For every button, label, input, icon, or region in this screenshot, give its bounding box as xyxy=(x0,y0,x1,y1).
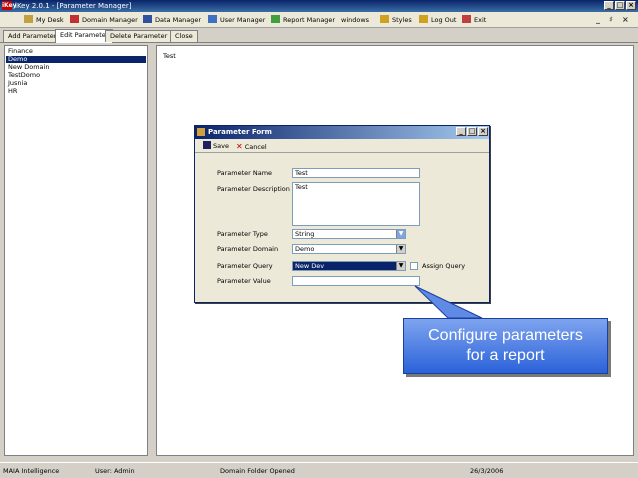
window-title-bar: iKey iKey 2.0.1 - [Parameter Manager] _ … xyxy=(0,0,638,12)
status-bar: MAIA Intelligence User: Admin Domain Fol… xyxy=(0,462,638,478)
menu-windows[interactable]: windows xyxy=(341,14,369,26)
parameter-description-textarea[interactable]: Test xyxy=(292,182,420,226)
parameter-name-label: Parameter Name xyxy=(217,169,273,177)
parameter-domain-label: Parameter Domain xyxy=(217,245,279,253)
list-item-selected[interactable]: Demo xyxy=(6,56,146,63)
dialog-close-button[interactable]: × xyxy=(478,127,488,136)
dialog-title-bar: Parameter Form _ □ × xyxy=(195,126,489,139)
callout-line-2: for a report xyxy=(466,347,545,364)
chevron-down-icon: ▼ xyxy=(396,245,405,253)
dialog-toolbar: Save ✕ Cancel xyxy=(195,140,489,153)
form-icon xyxy=(197,128,205,136)
status-message: Domain Folder Opened xyxy=(220,467,295,475)
assign-query-checkbox[interactable] xyxy=(410,262,418,270)
chevron-down-icon: ▼ xyxy=(396,262,405,270)
save-icon xyxy=(203,141,211,149)
menu-user-manager[interactable]: User Manager xyxy=(208,14,265,26)
styles-icon xyxy=(380,15,389,23)
menu-bar: My Desk Domain Manager Data Manager User… xyxy=(0,12,638,28)
menu-exit[interactable]: Exit xyxy=(462,14,486,26)
list-item[interactable]: TestDomo xyxy=(8,72,40,79)
status-user: User: Admin xyxy=(95,467,135,475)
callout-line-1: Configure parameters xyxy=(428,327,583,344)
menu-domain-manager[interactable]: Domain Manager xyxy=(70,14,138,26)
cancel-icon: ✕ xyxy=(236,142,243,151)
dialog-title: Parameter Form xyxy=(208,128,272,136)
tab-bar: Add Parameter Edit Parameter Delete Para… xyxy=(0,28,638,43)
mdi-minimize-button[interactable]: _ xyxy=(596,14,600,26)
list-item[interactable]: New Domain xyxy=(8,64,49,71)
parameter-name-input[interactable]: Test xyxy=(292,168,420,178)
mdi-close-button[interactable]: × xyxy=(622,14,629,26)
assign-query-label: Assign Query xyxy=(422,262,466,270)
parameter-form-dialog: Parameter Form _ □ × Save ✕ Cancel Parame… xyxy=(194,125,490,303)
parameter-query-label: Parameter Query xyxy=(217,262,273,270)
parameter-value-label: Parameter Value xyxy=(217,277,271,285)
window-title: iKey 2.0.1 - [Parameter Manager] xyxy=(15,2,132,10)
logout-icon xyxy=(419,15,428,23)
dialog-minimize-button[interactable]: _ xyxy=(456,127,466,136)
list-item[interactable]: Finance xyxy=(8,48,33,55)
app-logo-icon: iKey xyxy=(2,1,17,10)
minimize-button[interactable]: _ xyxy=(604,1,614,10)
menu-my-desk[interactable]: My Desk xyxy=(24,14,64,26)
domain-list[interactable]: Finance Demo New Domain TestDomo Jusnia … xyxy=(4,45,148,456)
tab-close[interactable]: Close xyxy=(170,30,198,42)
report-icon xyxy=(271,15,280,23)
status-company: MAIA Intelligence xyxy=(3,467,60,475)
list-item[interactable]: Jusnia xyxy=(8,80,27,87)
data-icon xyxy=(143,15,152,23)
cancel-button[interactable]: ✕ Cancel xyxy=(236,141,267,152)
parameter-description-label: Parameter Description xyxy=(217,185,290,193)
parameter-list-item[interactable]: Test xyxy=(163,52,176,60)
maximize-button[interactable]: □ xyxy=(615,1,625,10)
exit-icon xyxy=(462,15,471,23)
status-date: 26/3/2006 xyxy=(470,467,504,475)
tab-add-parameter[interactable]: Add Parameter xyxy=(3,30,62,42)
parameter-value-input[interactable] xyxy=(292,276,420,286)
menu-log-out[interactable]: Log Out xyxy=(419,14,456,26)
close-button[interactable]: × xyxy=(626,1,636,10)
mdi-restore-button[interactable]: ♯ xyxy=(609,14,613,26)
chevron-down-icon: ▼ xyxy=(396,230,405,238)
domain-icon xyxy=(70,15,79,23)
parameter-domain-select[interactable]: Demo ▼ xyxy=(292,244,406,254)
tab-delete-parameter[interactable]: Delete Parameter xyxy=(105,30,173,42)
user-icon xyxy=(208,15,217,23)
parameter-query-select[interactable]: New Dev ▼ xyxy=(292,261,406,271)
callout-box: Configure parameters for a report xyxy=(403,318,608,374)
menu-data-manager[interactable]: Data Manager xyxy=(143,14,201,26)
desk-icon xyxy=(24,15,33,23)
list-item[interactable]: HR xyxy=(8,88,17,95)
dialog-maximize-button[interactable]: □ xyxy=(467,127,477,136)
parameter-type-select[interactable]: String ▼ xyxy=(292,229,406,239)
parameter-type-label: Parameter Type xyxy=(217,230,268,238)
save-button[interactable]: Save xyxy=(203,141,229,152)
menu-report-manager[interactable]: Report Manager xyxy=(271,14,335,26)
menu-styles[interactable]: Styles xyxy=(380,14,412,26)
